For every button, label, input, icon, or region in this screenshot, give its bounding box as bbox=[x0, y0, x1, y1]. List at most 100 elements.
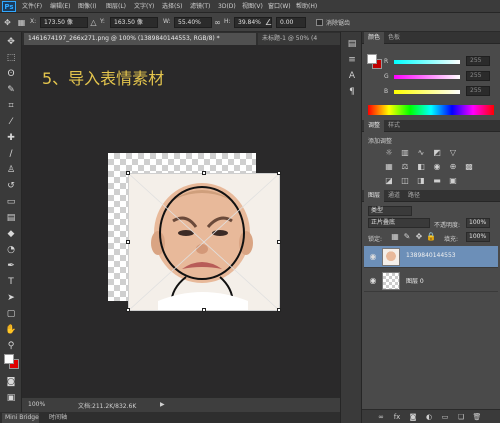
dodge-tool-icon[interactable]: ◔ bbox=[4, 244, 18, 256]
link-icon[interactable]: △ bbox=[88, 17, 99, 28]
tab-mini-bridge[interactable]: Mini Bridge bbox=[2, 413, 39, 423]
pen-tool-icon[interactable]: ✒ bbox=[4, 260, 18, 272]
transform-handle-top[interactable] bbox=[202, 171, 206, 175]
menu-filter[interactable]: 滤镜(T) bbox=[190, 2, 210, 12]
link-layers-icon[interactable]: ∞ bbox=[376, 412, 386, 422]
tab-paths[interactable]: 路径 bbox=[404, 190, 424, 202]
zoom-level[interactable]: 100% bbox=[28, 401, 45, 408]
gradient-map-icon[interactable]: ▬ bbox=[432, 176, 442, 186]
quick-mask-icon[interactable]: ◙ bbox=[4, 376, 18, 388]
x-position-field[interactable]: 173.50 像 bbox=[40, 17, 88, 28]
adjustment-layer-icon[interactable]: ◐ bbox=[424, 412, 434, 422]
layer-row-background[interactable]: ◉ 图层 0 bbox=[364, 270, 498, 292]
eyedropper-tool-icon[interactable]: ⁄ bbox=[4, 116, 18, 128]
free-transform-box[interactable] bbox=[126, 171, 281, 312]
slider-blue-track[interactable] bbox=[394, 90, 460, 94]
curves-icon[interactable]: ∿ bbox=[416, 148, 426, 158]
hue-saturation-icon[interactable]: ▦ bbox=[384, 162, 394, 172]
tab-timeline[interactable]: 时间轴 bbox=[46, 413, 67, 423]
brightness-icon[interactable]: ☼ bbox=[384, 148, 394, 158]
properties-icon[interactable]: ≡ bbox=[346, 54, 358, 66]
clone-stamp-tool-icon[interactable]: ♙ bbox=[4, 164, 18, 176]
foreground-color-swatch[interactable] bbox=[4, 354, 14, 364]
black-white-icon[interactable]: ◧ bbox=[416, 162, 426, 172]
y-position-field[interactable]: 163.50 像 bbox=[110, 17, 158, 28]
tab-color[interactable]: 颜色 bbox=[364, 32, 385, 44]
transform-handle-top-right[interactable] bbox=[277, 171, 281, 175]
layer-row-face[interactable]: ◉ 1389840144553 bbox=[364, 246, 498, 268]
brush-tool-icon[interactable]: ∕ bbox=[4, 148, 18, 160]
fill-field[interactable]: 100% bbox=[466, 232, 490, 242]
color-panel-fg-swatch[interactable] bbox=[367, 54, 377, 64]
layer-style-icon[interactable]: fx bbox=[392, 412, 402, 422]
tab-document-2[interactable]: 未标题-1 @ 50% (4 bbox=[258, 33, 340, 45]
reference-point-icon[interactable]: ▦ bbox=[16, 17, 27, 28]
new-layer-icon[interactable]: ❏ bbox=[456, 412, 466, 422]
transform-handle-bottom[interactable] bbox=[202, 308, 206, 312]
blur-tool-icon[interactable]: ◆ bbox=[4, 228, 18, 240]
marquee-tool-icon[interactable]: ⬚ bbox=[4, 52, 18, 64]
add-mask-icon[interactable]: ◙ bbox=[408, 412, 418, 422]
menu-help[interactable]: 帮助(H) bbox=[296, 2, 317, 12]
opacity-field[interactable]: 100% bbox=[466, 218, 490, 228]
link-chain-icon[interactable]: ∞ bbox=[212, 17, 223, 28]
canvas-area[interactable]: 5、导入表情素材 bbox=[22, 45, 340, 397]
photo-filter-icon[interactable]: ◉ bbox=[432, 162, 442, 172]
slider-green-value[interactable]: 255 bbox=[466, 71, 490, 81]
width-field[interactable]: 55.40% bbox=[174, 17, 212, 28]
tab-channels[interactable]: 通道 bbox=[384, 190, 404, 202]
vibrance-icon[interactable]: ▽ bbox=[448, 148, 458, 158]
healing-brush-tool-icon[interactable]: ✚ bbox=[4, 132, 18, 144]
transform-handle-top-left[interactable] bbox=[126, 171, 130, 175]
menu-select[interactable]: 选择(S) bbox=[162, 2, 183, 12]
visibility-eye-icon[interactable]: ◉ bbox=[368, 276, 378, 286]
transform-handle-bottom-left[interactable] bbox=[126, 308, 130, 312]
anti-alias-checkbox[interactable] bbox=[316, 19, 323, 26]
history-brush-tool-icon[interactable]: ↺ bbox=[4, 180, 18, 192]
menu-3d[interactable]: 3D(D) bbox=[218, 2, 236, 12]
slider-red-track[interactable] bbox=[394, 60, 460, 64]
threshold-icon[interactable]: ◨ bbox=[416, 176, 426, 186]
color-lookup-icon[interactable]: ▩ bbox=[464, 162, 474, 172]
history-icon[interactable]: ▤ bbox=[346, 38, 358, 50]
tab-document-1[interactable]: 1461674197_266x271.png @ 100% (138984014… bbox=[24, 33, 256, 45]
crop-tool-icon[interactable]: ⌗ bbox=[4, 100, 18, 112]
selective-color-icon[interactable]: ▣ bbox=[448, 176, 458, 186]
color-balance-icon[interactable]: ⚖ bbox=[400, 162, 410, 172]
lock-all-icon[interactable]: 🔒 bbox=[426, 232, 436, 242]
lock-position-icon[interactable]: ✥ bbox=[414, 232, 424, 242]
angle-field[interactable]: 0.00 bbox=[276, 17, 306, 28]
eraser-tool-icon[interactable]: ▭ bbox=[4, 196, 18, 208]
status-arrow-icon[interactable]: ▶ bbox=[160, 401, 165, 408]
visibility-eye-icon[interactable]: ◉ bbox=[368, 252, 378, 262]
shape-tool-icon[interactable]: ▢ bbox=[4, 308, 18, 320]
move-tool-icon[interactable]: ✥ bbox=[4, 36, 18, 48]
color-spectrum-bar[interactable] bbox=[368, 105, 494, 115]
slider-red-value[interactable]: 255 bbox=[466, 56, 490, 66]
hand-tool-icon[interactable]: ✋ bbox=[4, 324, 18, 336]
slider-green-track[interactable] bbox=[394, 75, 460, 79]
screen-mode-icon[interactable]: ▣ bbox=[4, 392, 18, 404]
tab-swatches[interactable]: 色板 bbox=[384, 32, 404, 44]
zoom-tool-icon[interactable]: ⚲ bbox=[4, 340, 18, 352]
lock-transparent-icon[interactable]: ▦ bbox=[390, 232, 400, 242]
transform-handle-bottom-right[interactable] bbox=[277, 308, 281, 312]
menu-view[interactable]: 视图(V) bbox=[242, 2, 263, 12]
slider-blue-value[interactable]: 255 bbox=[466, 86, 490, 96]
gradient-tool-icon[interactable]: ▤ bbox=[4, 212, 18, 224]
transform-handle-left[interactable] bbox=[126, 240, 130, 244]
menu-edit[interactable]: 编辑(E) bbox=[50, 2, 70, 12]
delete-layer-icon[interactable]: 🗑 bbox=[472, 412, 482, 422]
quick-select-tool-icon[interactable]: ✎ bbox=[4, 84, 18, 96]
path-selection-tool-icon[interactable]: ➤ bbox=[4, 292, 18, 304]
tab-layers[interactable]: 图层 bbox=[364, 190, 385, 202]
layer-name[interactable]: 1389840144553 bbox=[406, 252, 456, 259]
layer-name[interactable]: 图层 0 bbox=[406, 276, 424, 285]
group-icon[interactable]: ▭ bbox=[440, 412, 450, 422]
channel-mixer-icon[interactable]: ⊕ bbox=[448, 162, 458, 172]
transform-handle-right[interactable] bbox=[277, 240, 281, 244]
menu-file[interactable]: 文件(F) bbox=[22, 2, 42, 12]
levels-icon[interactable]: ▥ bbox=[400, 148, 410, 158]
posterize-icon[interactable]: ◫ bbox=[400, 176, 410, 186]
lasso-tool-icon[interactable]: ʘ bbox=[4, 68, 18, 80]
